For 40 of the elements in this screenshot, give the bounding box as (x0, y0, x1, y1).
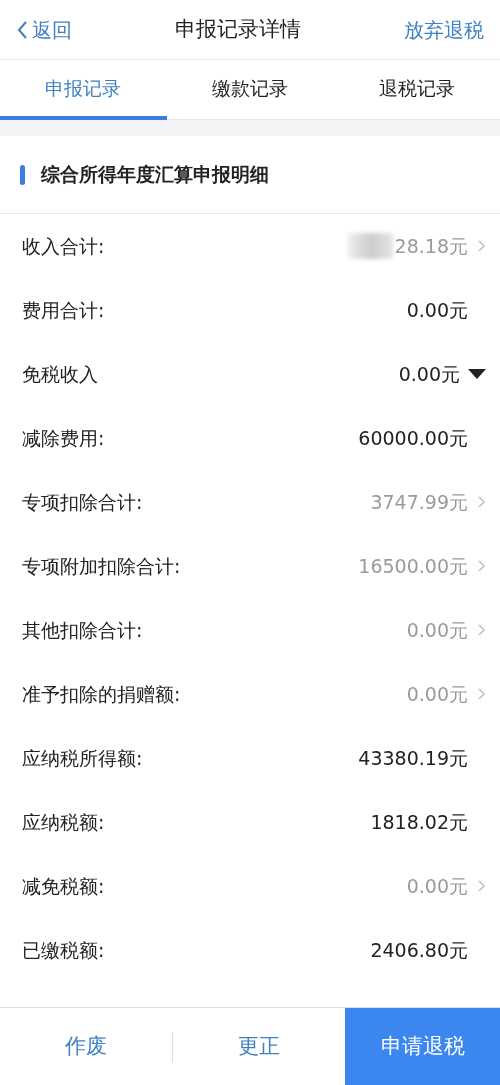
chevron-icon (476, 239, 486, 253)
chevron-icon (476, 687, 486, 701)
tab[interactable]: 退税记录 (333, 60, 500, 120)
row-label: 应纳税所得额: (22, 745, 143, 771)
row-value: 43380.19元 (358, 745, 468, 771)
row-label: 费用合计: (22, 297, 105, 323)
chevron-icon (476, 623, 486, 637)
page-title: 申报记录详情 (175, 15, 301, 43)
abandon-link[interactable]: 放弃退税 (404, 14, 484, 45)
chevron-icon (476, 879, 486, 893)
tab[interactable]: 缴款记录 (166, 60, 334, 120)
row-value: 3747.99元 (370, 489, 468, 515)
section-title: 综合所得年度汇算申报明细 (41, 162, 269, 188)
chevron-icon (476, 559, 486, 573)
row-label: 准予扣除的捐赠额: (22, 681, 181, 707)
chevron-icon (476, 495, 486, 509)
row-label: 已缴税额: (22, 937, 105, 963)
section-marker (20, 164, 25, 185)
row-value: 0.00元 (406, 681, 468, 707)
row-label: 减除费用: (22, 425, 105, 451)
row-label: 减免税额: (22, 873, 105, 899)
row-value: 28.18元 (394, 233, 468, 259)
row-value: 16500.00元 (358, 553, 468, 579)
row-label: 其他扣除合计: (22, 617, 143, 643)
row-label: 专项扣除合计: (22, 489, 143, 515)
row-label: 应纳税额: (22, 809, 105, 835)
row-value: 60000.00元 (358, 425, 468, 451)
row-value: 0.00元 (406, 873, 468, 899)
row-label: 收入合计: (22, 233, 105, 259)
row-value: 0.00元 (406, 297, 468, 323)
dropdown-caret-icon[interactable] (468, 369, 486, 379)
row-value: 2406.80元 (370, 937, 468, 963)
back-icon (16, 19, 28, 40)
back-link[interactable]: 返回 (16, 14, 72, 45)
row-value: 0.00元 (406, 617, 468, 643)
row-label: 免税收入 (22, 361, 98, 387)
refund-button[interactable]: 申请退税 (345, 1008, 500, 1085)
row-value: 0.00元 (398, 361, 460, 387)
row-label: 专项附加扣除合计: (22, 553, 181, 579)
row-value: 1818.02元 (370, 809, 468, 835)
